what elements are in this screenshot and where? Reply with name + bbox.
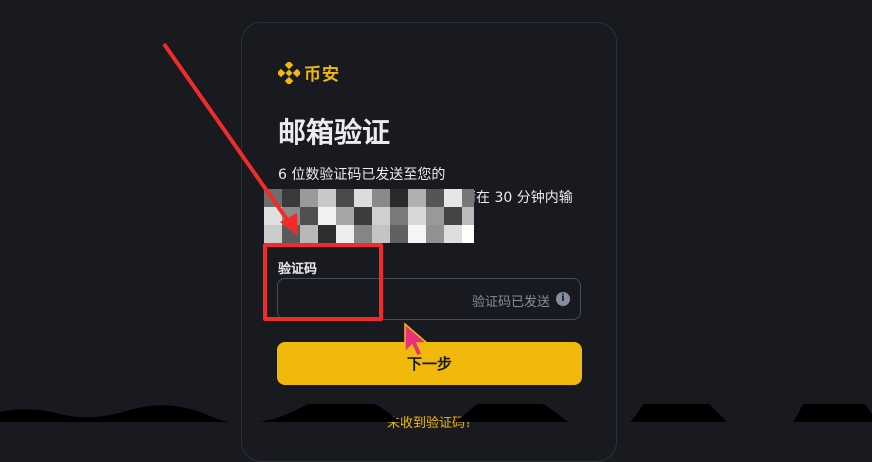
red-highlight-box — [263, 243, 383, 321]
red-arrow-annotation — [162, 42, 298, 236]
torn-edge-decoration — [0, 404, 872, 422]
mouse-pointer-icon — [404, 322, 429, 357]
